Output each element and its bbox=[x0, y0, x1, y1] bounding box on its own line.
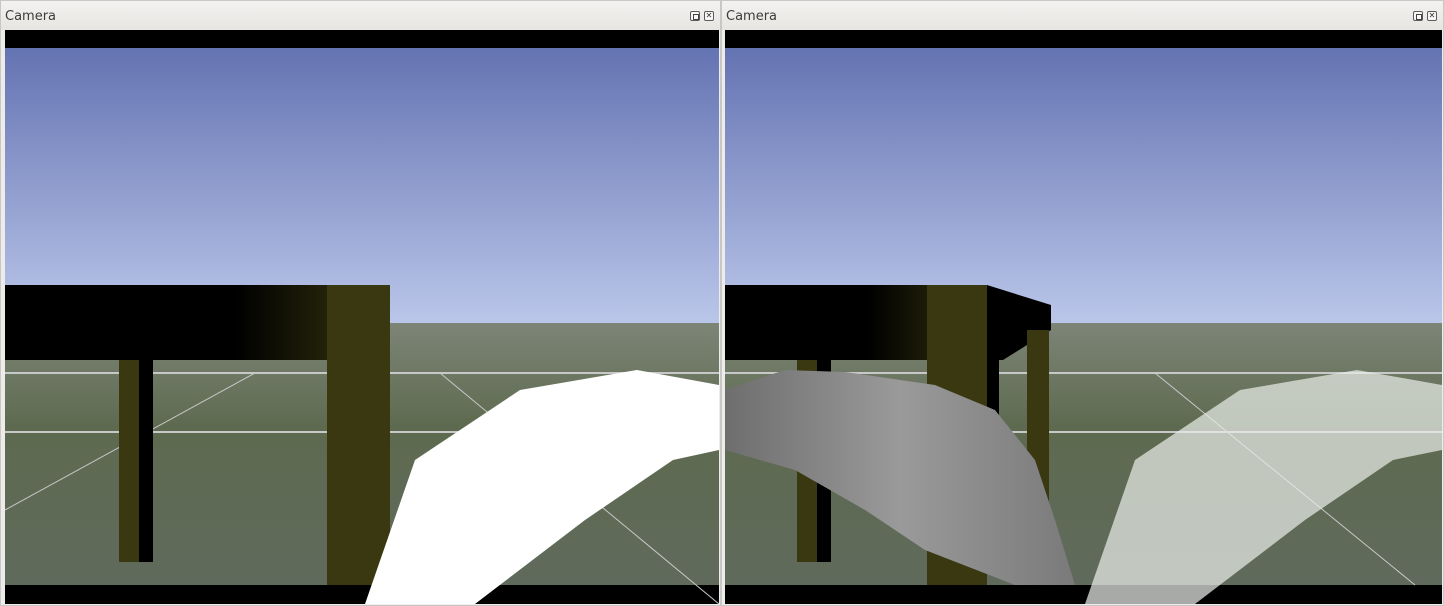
close-window-icon[interactable]: ✕ bbox=[1427, 11, 1437, 21]
panel-titlebar[interactable]: Camera ✕ bbox=[1, 1, 720, 30]
panel-title: Camera bbox=[726, 9, 778, 24]
camera-panel-left: Camera ✕ bbox=[0, 0, 721, 606]
float-window-icon[interactable] bbox=[690, 11, 700, 21]
float-window-icon[interactable] bbox=[1413, 11, 1423, 21]
close-window-icon[interactable]: ✕ bbox=[704, 11, 714, 21]
panel-title: Camera bbox=[5, 9, 57, 24]
camera-panel-right: Camera ✕ bbox=[721, 0, 1444, 606]
camera-viewport[interactable] bbox=[5, 30, 719, 604]
panel-titlebar[interactable]: Camera ✕ bbox=[722, 1, 1443, 30]
camera-viewport[interactable] bbox=[725, 30, 1442, 604]
